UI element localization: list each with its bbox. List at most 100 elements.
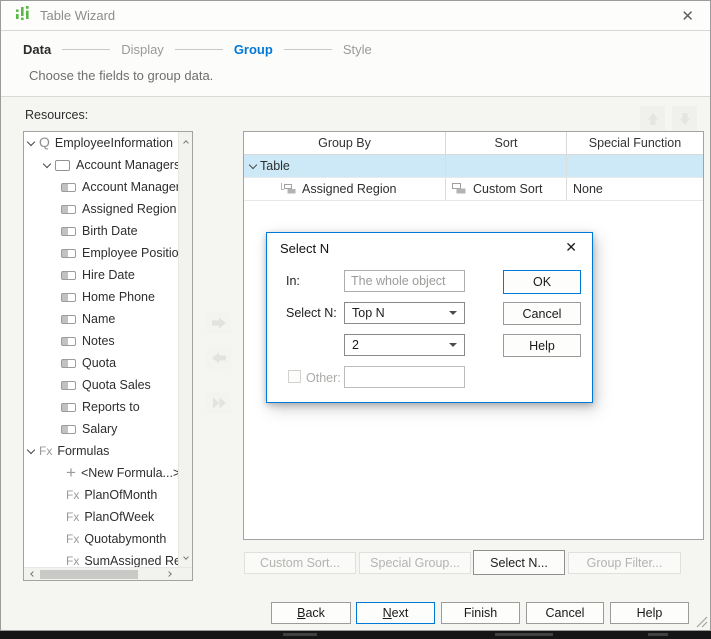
tree-item-formula[interactable]: Fx SumAssigned Region xyxy=(24,550,178,567)
dialog-title: Select N xyxy=(280,241,330,256)
chevron-down-icon[interactable] xyxy=(42,159,52,168)
tree-item-label: Home Phone xyxy=(82,290,155,304)
special-function-value: None xyxy=(573,182,603,196)
group-table-header: Group By Sort Special Function xyxy=(244,132,703,155)
other-checkbox xyxy=(288,370,301,383)
close-icon[interactable]: ✕ xyxy=(681,7,694,25)
query-icon: Q xyxy=(39,134,50,150)
formula-icon: Fx xyxy=(66,554,80,567)
add-all-fields-button xyxy=(207,392,231,414)
tree-item-query[interactable]: Q EmployeeInformation xyxy=(24,132,178,154)
background-window-strip xyxy=(0,631,711,639)
tree-item-field[interactable]: Account Managers I xyxy=(24,176,178,198)
wizard-cancel-button[interactable]: Cancel xyxy=(526,602,604,624)
scroll-left-icon[interactable] xyxy=(26,568,38,580)
dropdown-arrow-icon[interactable] xyxy=(449,311,457,315)
scroll-right-icon[interactable] xyxy=(164,568,176,580)
tree-item-formula[interactable]: Fx Quotabymonth xyxy=(24,528,178,550)
chevron-down-icon[interactable] xyxy=(248,160,258,170)
step-style[interactable]: Style xyxy=(343,42,372,57)
tree-item-field[interactable]: Notes xyxy=(24,330,178,352)
help-button[interactable]: Help xyxy=(503,334,581,357)
cancel-button[interactable]: Cancel xyxy=(503,302,581,325)
tree-item-field[interactable]: Name xyxy=(24,308,178,330)
n-value-dropdown[interactable]: 2 xyxy=(344,334,465,356)
formula-folder-icon: Fx xyxy=(39,444,53,458)
tree-item-formula[interactable]: Fx PlanOfMonth xyxy=(24,484,178,506)
custom-sort-icon xyxy=(452,183,466,194)
special-group-button: Special Group... xyxy=(359,552,471,574)
tree-vertical-scrollbar[interactable] xyxy=(178,132,192,567)
tree-item-label: Quota Sales xyxy=(82,378,151,392)
tree-item-label: PlanOfMonth xyxy=(84,488,158,502)
tree-item-formula[interactable]: Fx PlanOfWeek xyxy=(24,506,178,528)
tree-item-field[interactable]: Salary xyxy=(24,418,178,440)
column-header-sort[interactable]: Sort xyxy=(446,132,567,154)
formula-icon: Fx xyxy=(66,532,80,546)
field-icon xyxy=(61,314,76,324)
window-title: Table Wizard xyxy=(40,8,116,23)
step-group[interactable]: Group xyxy=(234,42,273,57)
resize-grip[interactable] xyxy=(696,616,708,628)
chevron-down-icon[interactable] xyxy=(26,137,36,146)
remove-field-button xyxy=(207,347,231,369)
tree-item-label: SumAssigned Region xyxy=(84,554,178,567)
tree-item-label: Hire Date xyxy=(82,268,135,282)
group-field-icon xyxy=(281,183,296,194)
ok-button[interactable]: OK xyxy=(503,270,581,294)
resources-label: Resources: xyxy=(25,108,89,122)
tree-item-field[interactable]: Quota xyxy=(24,352,178,374)
tree-item-field[interactable]: Quota Sales xyxy=(24,374,178,396)
tree-item-label: Assigned Region xyxy=(82,202,177,216)
field-icon xyxy=(61,402,76,412)
table-wizard-icon xyxy=(15,5,31,26)
scrollbar-thumb[interactable] xyxy=(40,570,138,579)
tree-item-field[interactable]: Assigned Region xyxy=(24,198,178,220)
scroll-down-icon[interactable] xyxy=(179,551,193,565)
select-n-dropdown-value: Top N xyxy=(352,306,385,320)
field-icon xyxy=(61,336,76,346)
field-icon xyxy=(61,182,76,192)
tree-item-table[interactable]: Account Managers xyxy=(24,154,178,176)
dropdown-arrow-icon[interactable] xyxy=(449,343,457,347)
screen: Table Wizard ✕ Data Display Group Style … xyxy=(0,0,711,639)
tree-item-field[interactable]: Home Phone xyxy=(24,286,178,308)
group-by-value: Table xyxy=(260,159,290,173)
tree-item-field[interactable]: Employee Position xyxy=(24,242,178,264)
next-button[interactable]: Next xyxy=(356,602,435,624)
tree-horizontal-scrollbar[interactable] xyxy=(24,567,192,580)
tree-item-field[interactable]: Hire Date xyxy=(24,264,178,286)
chevron-down-icon[interactable] xyxy=(26,445,36,454)
dialog-close-icon[interactable]: ✕ xyxy=(565,239,577,256)
field-icon xyxy=(61,292,76,302)
in-field xyxy=(344,270,465,292)
wizard-help-button[interactable]: Help xyxy=(610,602,689,624)
step-display[interactable]: Display xyxy=(121,42,164,57)
tree-item-new-formula[interactable]: + <New Formula...> xyxy=(24,462,178,484)
table-row[interactable]: Table xyxy=(244,155,703,178)
step-data[interactable]: Data xyxy=(23,42,51,57)
double-arrow-right-icon xyxy=(213,397,226,409)
select-n-dialog: Select N ✕ In: OK Select N: Top N Cancel… xyxy=(266,232,593,403)
titlebar: Table Wizard xyxy=(1,1,710,31)
tree-item-field[interactable]: Reports to xyxy=(24,396,178,418)
scroll-up-icon[interactable] xyxy=(179,134,193,148)
select-n-dropdown[interactable]: Top N xyxy=(344,302,465,324)
field-icon xyxy=(61,358,76,368)
table-wizard-window: Table Wizard ✕ Data Display Group Style … xyxy=(0,0,711,631)
tree-item-label: Quota xyxy=(82,356,117,370)
background-fragment xyxy=(648,633,668,636)
column-header-special-function[interactable]: Special Function xyxy=(567,132,703,154)
column-header-group-by[interactable]: Group By xyxy=(244,132,446,154)
back-button[interactable]: Back xyxy=(271,602,351,624)
table-row[interactable]: Assigned Region Custom Sort None xyxy=(244,178,703,201)
background-fragment xyxy=(495,633,553,636)
tree-item-formulas-folder[interactable]: Fx Formulas xyxy=(24,440,178,462)
group-filter-button: Group Filter... xyxy=(568,552,681,574)
tree-item-label: Account Managers xyxy=(76,158,178,172)
field-icon xyxy=(61,226,76,236)
field-icon xyxy=(61,380,76,390)
select-n-button[interactable]: Select N... xyxy=(473,550,565,575)
finish-button[interactable]: Finish xyxy=(441,602,520,624)
tree-item-field[interactable]: Birth Date xyxy=(24,220,178,242)
